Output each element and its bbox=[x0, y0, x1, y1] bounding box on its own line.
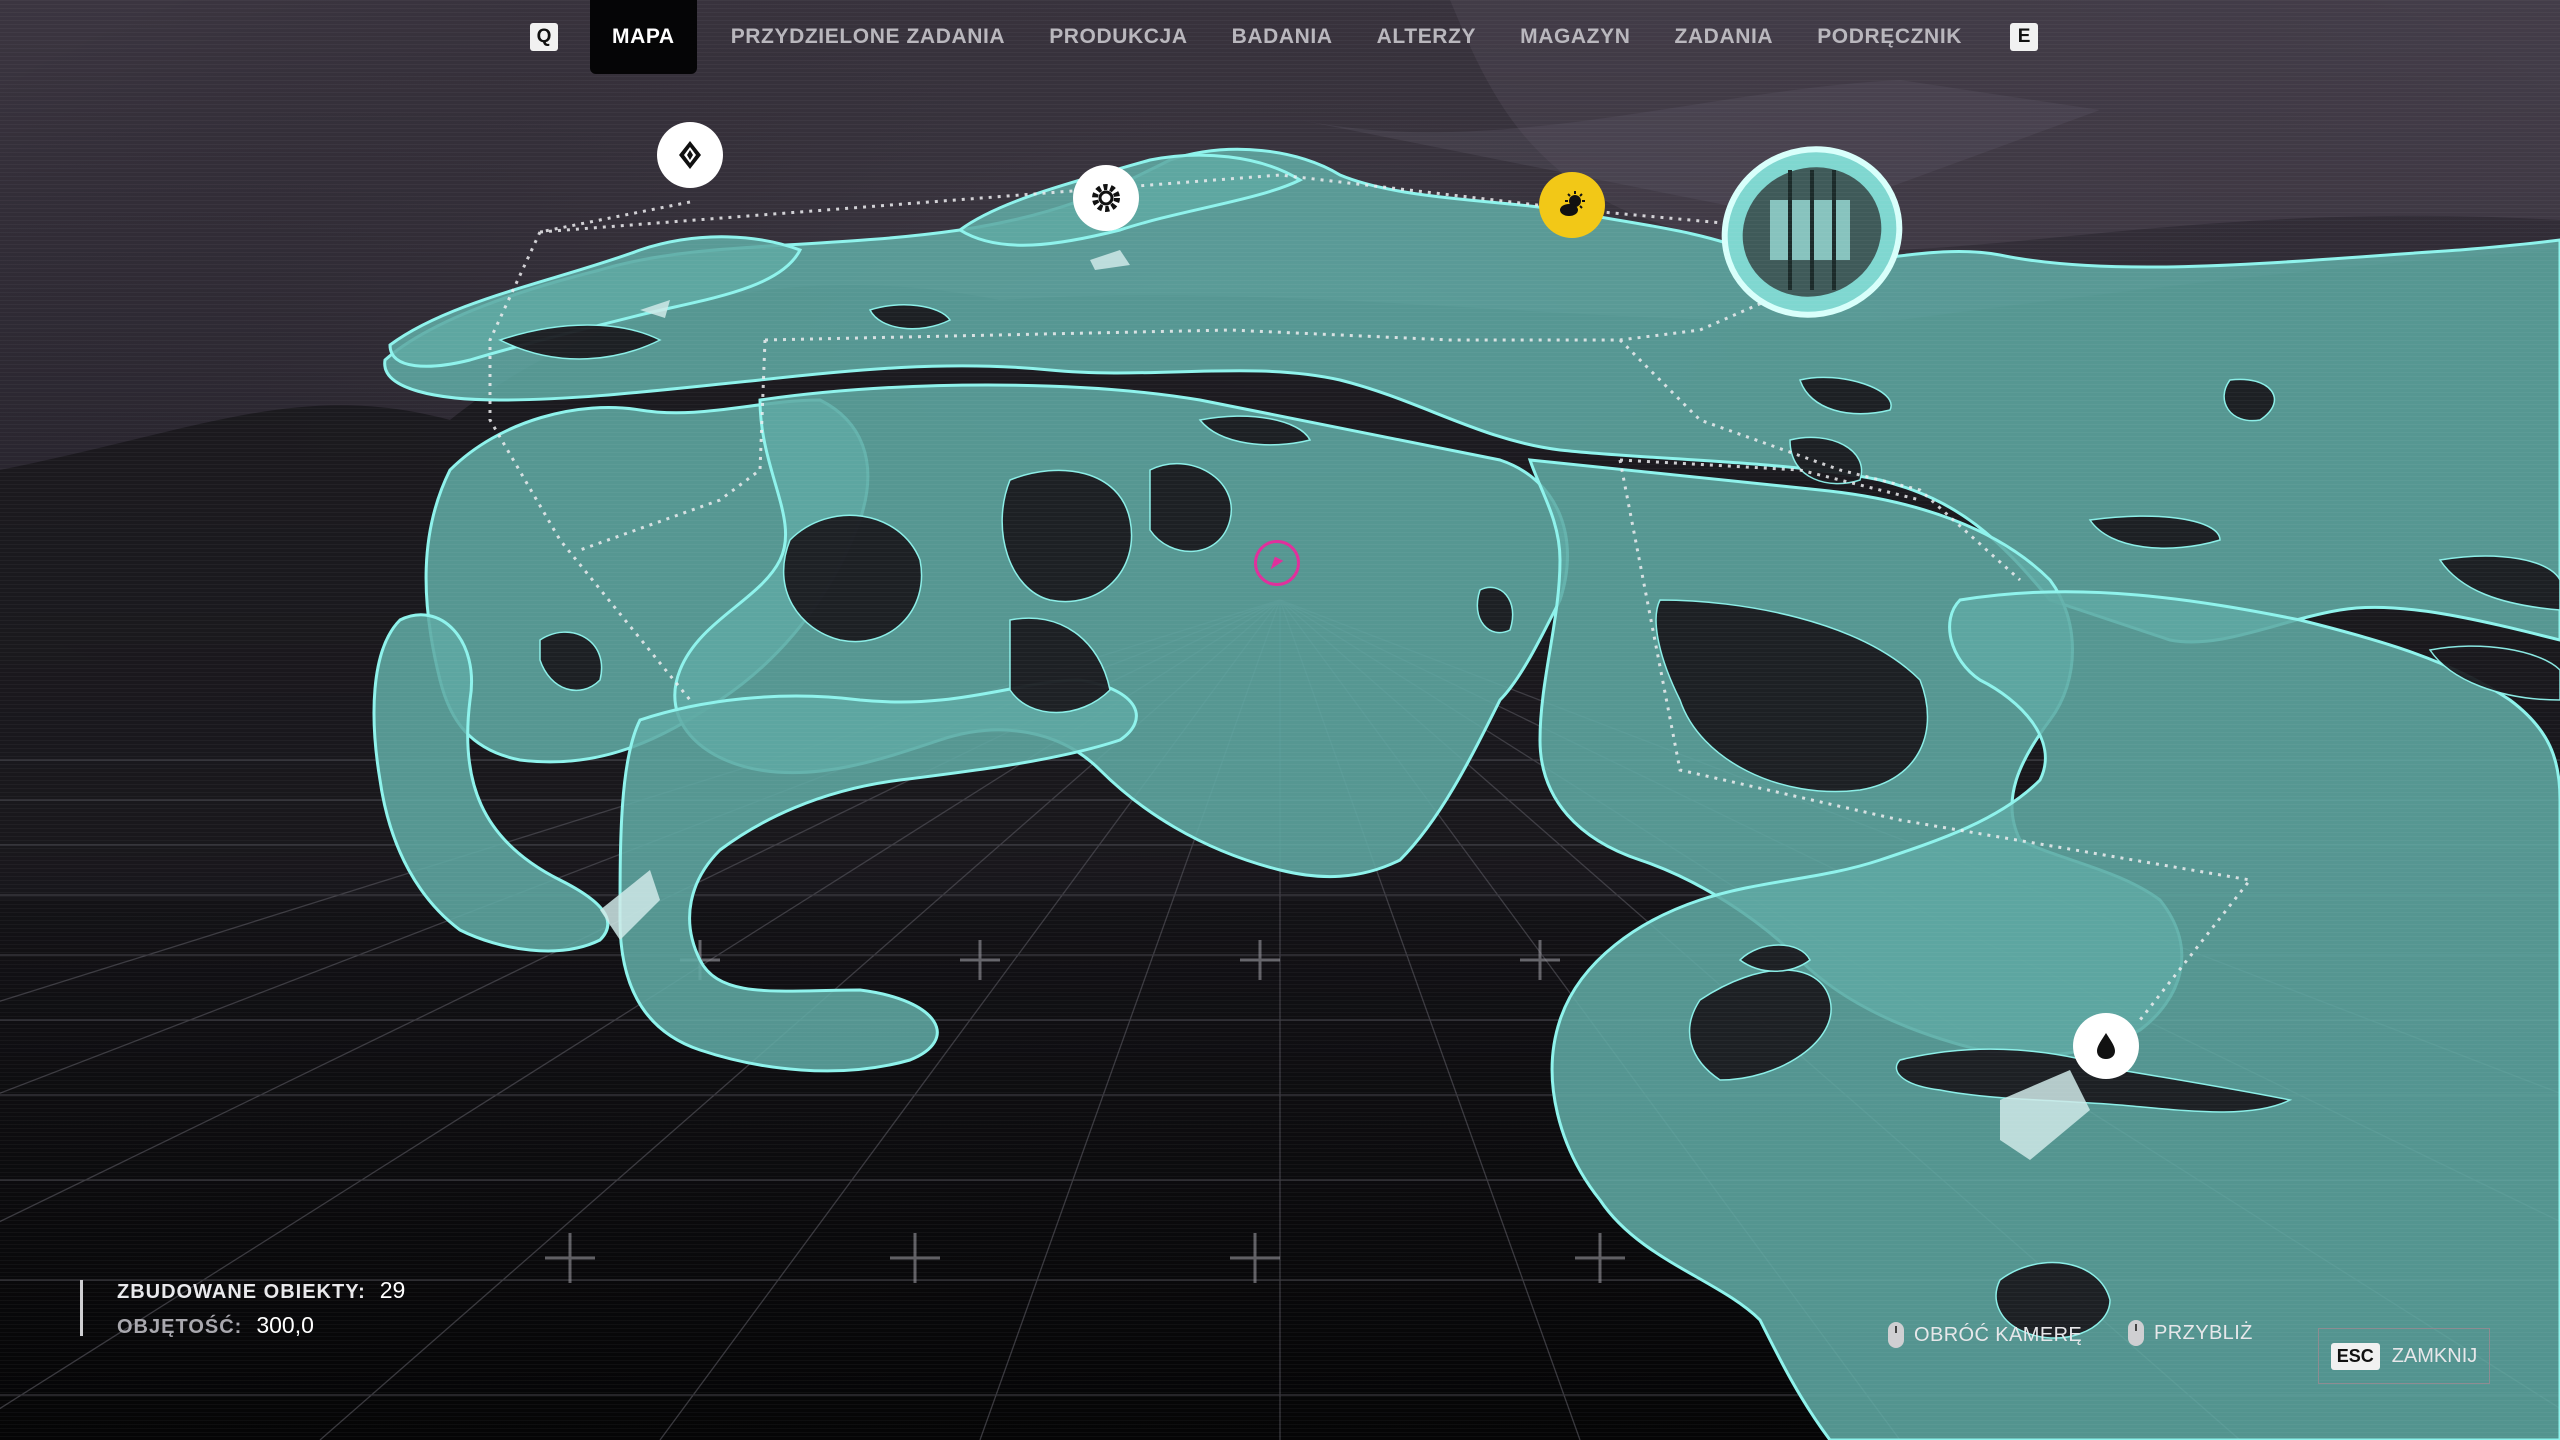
built-objects-label: ZBUDOWANE OBIEKTY: bbox=[117, 1281, 366, 1303]
map-viewport[interactable] bbox=[0, 0, 2560, 1440]
tab-tasks[interactable]: ZADANIA bbox=[1652, 0, 1795, 74]
diamond-pin[interactable] bbox=[657, 122, 723, 188]
sun-cloud-icon bbox=[1560, 191, 1585, 216]
volume-row: OBJĘTOŚĆ: 300,0 bbox=[117, 1312, 405, 1339]
built-objects-value: 29 bbox=[379, 1277, 406, 1303]
tab-production[interactable]: PRODUKCJA bbox=[1027, 0, 1209, 74]
diamond-icon bbox=[679, 141, 701, 169]
tab-assigned-tasks[interactable]: PRZYDZIELONE ZADANIA bbox=[709, 0, 1028, 74]
gear-pin[interactable] bbox=[1073, 165, 1139, 231]
volume-value: 300,0 bbox=[256, 1312, 314, 1338]
player-direction-icon bbox=[1270, 556, 1284, 570]
top-navigation: Q MAPA PRZYDZIELONE ZADANIA PRODUKCJA BA… bbox=[530, 0, 2039, 74]
weather-pin[interactable] bbox=[1539, 172, 1605, 238]
drop-pin[interactable] bbox=[2073, 1013, 2139, 1079]
close-button[interactable]: ESC ZAMKNIJ bbox=[2318, 1328, 2490, 1384]
tab-storage[interactable]: MAGAZYN bbox=[1498, 0, 1652, 74]
esc-key: ESC bbox=[2330, 1342, 2380, 1370]
player-marker bbox=[1254, 540, 1300, 586]
prev-tab-key[interactable]: Q bbox=[530, 23, 558, 51]
gear-icon bbox=[1092, 184, 1120, 212]
tab-map[interactable]: MAPA bbox=[590, 0, 697, 74]
mouse-scroll-icon bbox=[2128, 1320, 2144, 1346]
tab-alters[interactable]: ALTERZY bbox=[1355, 0, 1498, 74]
stats-panel: ZBUDOWANE OBIEKTY: 29 OBJĘTOŚĆ: 300,0 bbox=[80, 1277, 405, 1339]
next-tab-key[interactable]: E bbox=[2010, 23, 2039, 51]
rotate-camera-label: OBRÓĆ KAMERĘ bbox=[1914, 1323, 2083, 1346]
tab-manual[interactable]: PODRĘCZNIK bbox=[1795, 0, 1984, 74]
close-label: ZAMKNIJ bbox=[2391, 1344, 2478, 1367]
tab-research[interactable]: BADANIA bbox=[1210, 0, 1355, 74]
volume-label: OBJĘTOŚĆ: bbox=[117, 1316, 243, 1338]
drop-icon bbox=[2097, 1033, 2115, 1059]
mouse-icon bbox=[1888, 1322, 1904, 1348]
rotate-camera-hint: OBRÓĆ KAMERĘ bbox=[1888, 1322, 2082, 1348]
zoom-label: PRZYBLIŻ bbox=[2154, 1321, 2253, 1344]
built-objects-row: ZBUDOWANE OBIEKTY: 29 bbox=[117, 1277, 405, 1304]
zoom-hint: PRZYBLIŻ bbox=[2128, 1320, 2253, 1346]
